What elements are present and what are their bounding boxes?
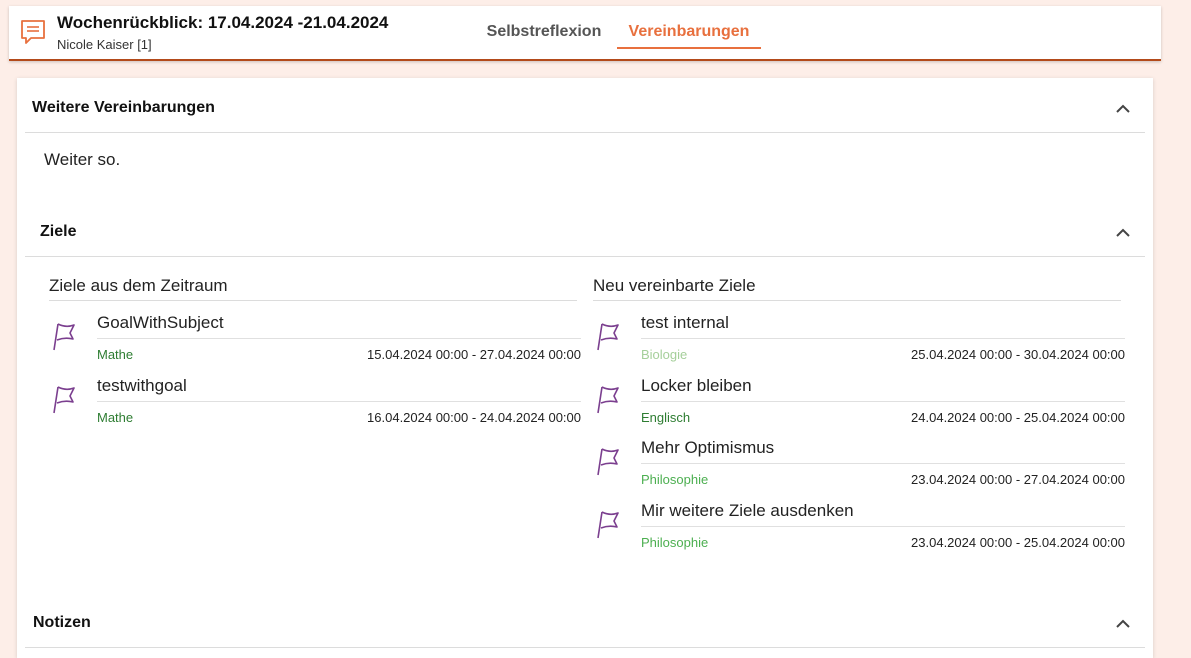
goal-name: testwithgoal	[97, 376, 581, 402]
goal-item[interactable]: GoalWithSubject Mathe 15.04.2024 00:00 - 2…	[53, 313, 581, 373]
goal-subject: Mathe	[97, 347, 134, 362]
goal-dates: 16.04.2024 00:00 - 24.04.2024 00:00	[367, 409, 581, 425]
goal-subject: Mathe	[97, 409, 134, 425]
goal-dates: 24.04.2024 00:00 - 25.04.2024 00:00	[911, 409, 1125, 425]
section-title: Weitere Vereinbarungen	[32, 99, 215, 116]
column-title-neu: Neu vereinbarte Ziele	[593, 276, 1121, 301]
goal-subject: Philosophie	[641, 472, 709, 487]
goal-item[interactable]: test internal Biologie 25.04.2024 00:00 - …	[597, 313, 1125, 373]
goal-name: Locker bleiben	[641, 376, 1125, 402]
goal-name: Mir weitere Ziele ausdenken	[641, 501, 1125, 527]
content-card: Weitere Vereinbarungen Weiter so. Ziele …	[17, 78, 1153, 658]
goal-name: GoalWithSubject	[97, 313, 581, 339]
weitere-text: Weiter so.	[44, 150, 121, 169]
section-title: Ziele	[40, 223, 77, 240]
goal-item[interactable]: Locker bleiben Englisch 24.04.2024 00:00 -…	[597, 376, 1125, 436]
flag-icon	[597, 448, 619, 476]
tab-vereinbarungen[interactable]: Vereinbarungen	[617, 23, 761, 49]
goal-item[interactable]: testwithgoal Mathe 16.04.2024 00:00 - 24.0…	[53, 376, 581, 436]
goal-name: Mehr Optimismus	[641, 438, 1125, 464]
section-title: Notizen	[33, 614, 91, 631]
chevron-up-icon[interactable]	[1115, 101, 1131, 117]
comment-icon	[21, 20, 45, 44]
chevron-up-icon[interactable]	[1115, 225, 1131, 241]
section-header-notizen[interactable]: Notizen	[25, 600, 1145, 648]
flag-icon	[597, 323, 619, 351]
section-header-ziele[interactable]: Ziele	[25, 209, 1145, 257]
goal-dates: 23.04.2024 00:00 - 27.04.2024 00:00	[911, 472, 1125, 487]
goal-subject: Biologie	[641, 347, 688, 362]
goal-dates: 15.04.2024 00:00 - 27.04.2024 00:00	[367, 347, 581, 362]
section-header-weitere[interactable]: Weitere Vereinbarungen	[25, 85, 1145, 133]
flag-icon	[597, 385, 619, 413]
student-name: Nicole Kaiser [1]	[57, 37, 152, 52]
flag-icon	[53, 385, 75, 413]
goal-dates: 23.04.2024 00:00 - 25.04.2024 00:00	[911, 534, 1125, 550]
goal-name: test internal	[641, 313, 1125, 339]
goal-item[interactable]: Mir weitere Ziele ausdenken Philosophie 23…	[597, 501, 1125, 561]
flag-icon	[597, 510, 619, 538]
goal-subject: Philosophie	[641, 534, 709, 550]
page-header: Wochenrückblick: 17.04.2024 -21.04.2024 …	[9, 6, 1161, 61]
chevron-up-icon[interactable]	[1115, 616, 1131, 632]
flag-icon	[53, 323, 75, 351]
goal-item[interactable]: Mehr Optimismus Philosophie 23.04.2024 00:…	[597, 438, 1125, 498]
tab-selbstreflexion[interactable]: Selbstreflexion	[479, 23, 609, 49]
page-title: Wochenrückblick: 17.04.2024 -21.04.2024	[57, 13, 389, 32]
column-title-zeitraum: Ziele aus dem Zeitraum	[49, 276, 577, 301]
goal-subject: Englisch	[641, 409, 691, 425]
goal-dates: 25.04.2024 00:00 - 30.04.2024 00:00	[911, 347, 1125, 362]
